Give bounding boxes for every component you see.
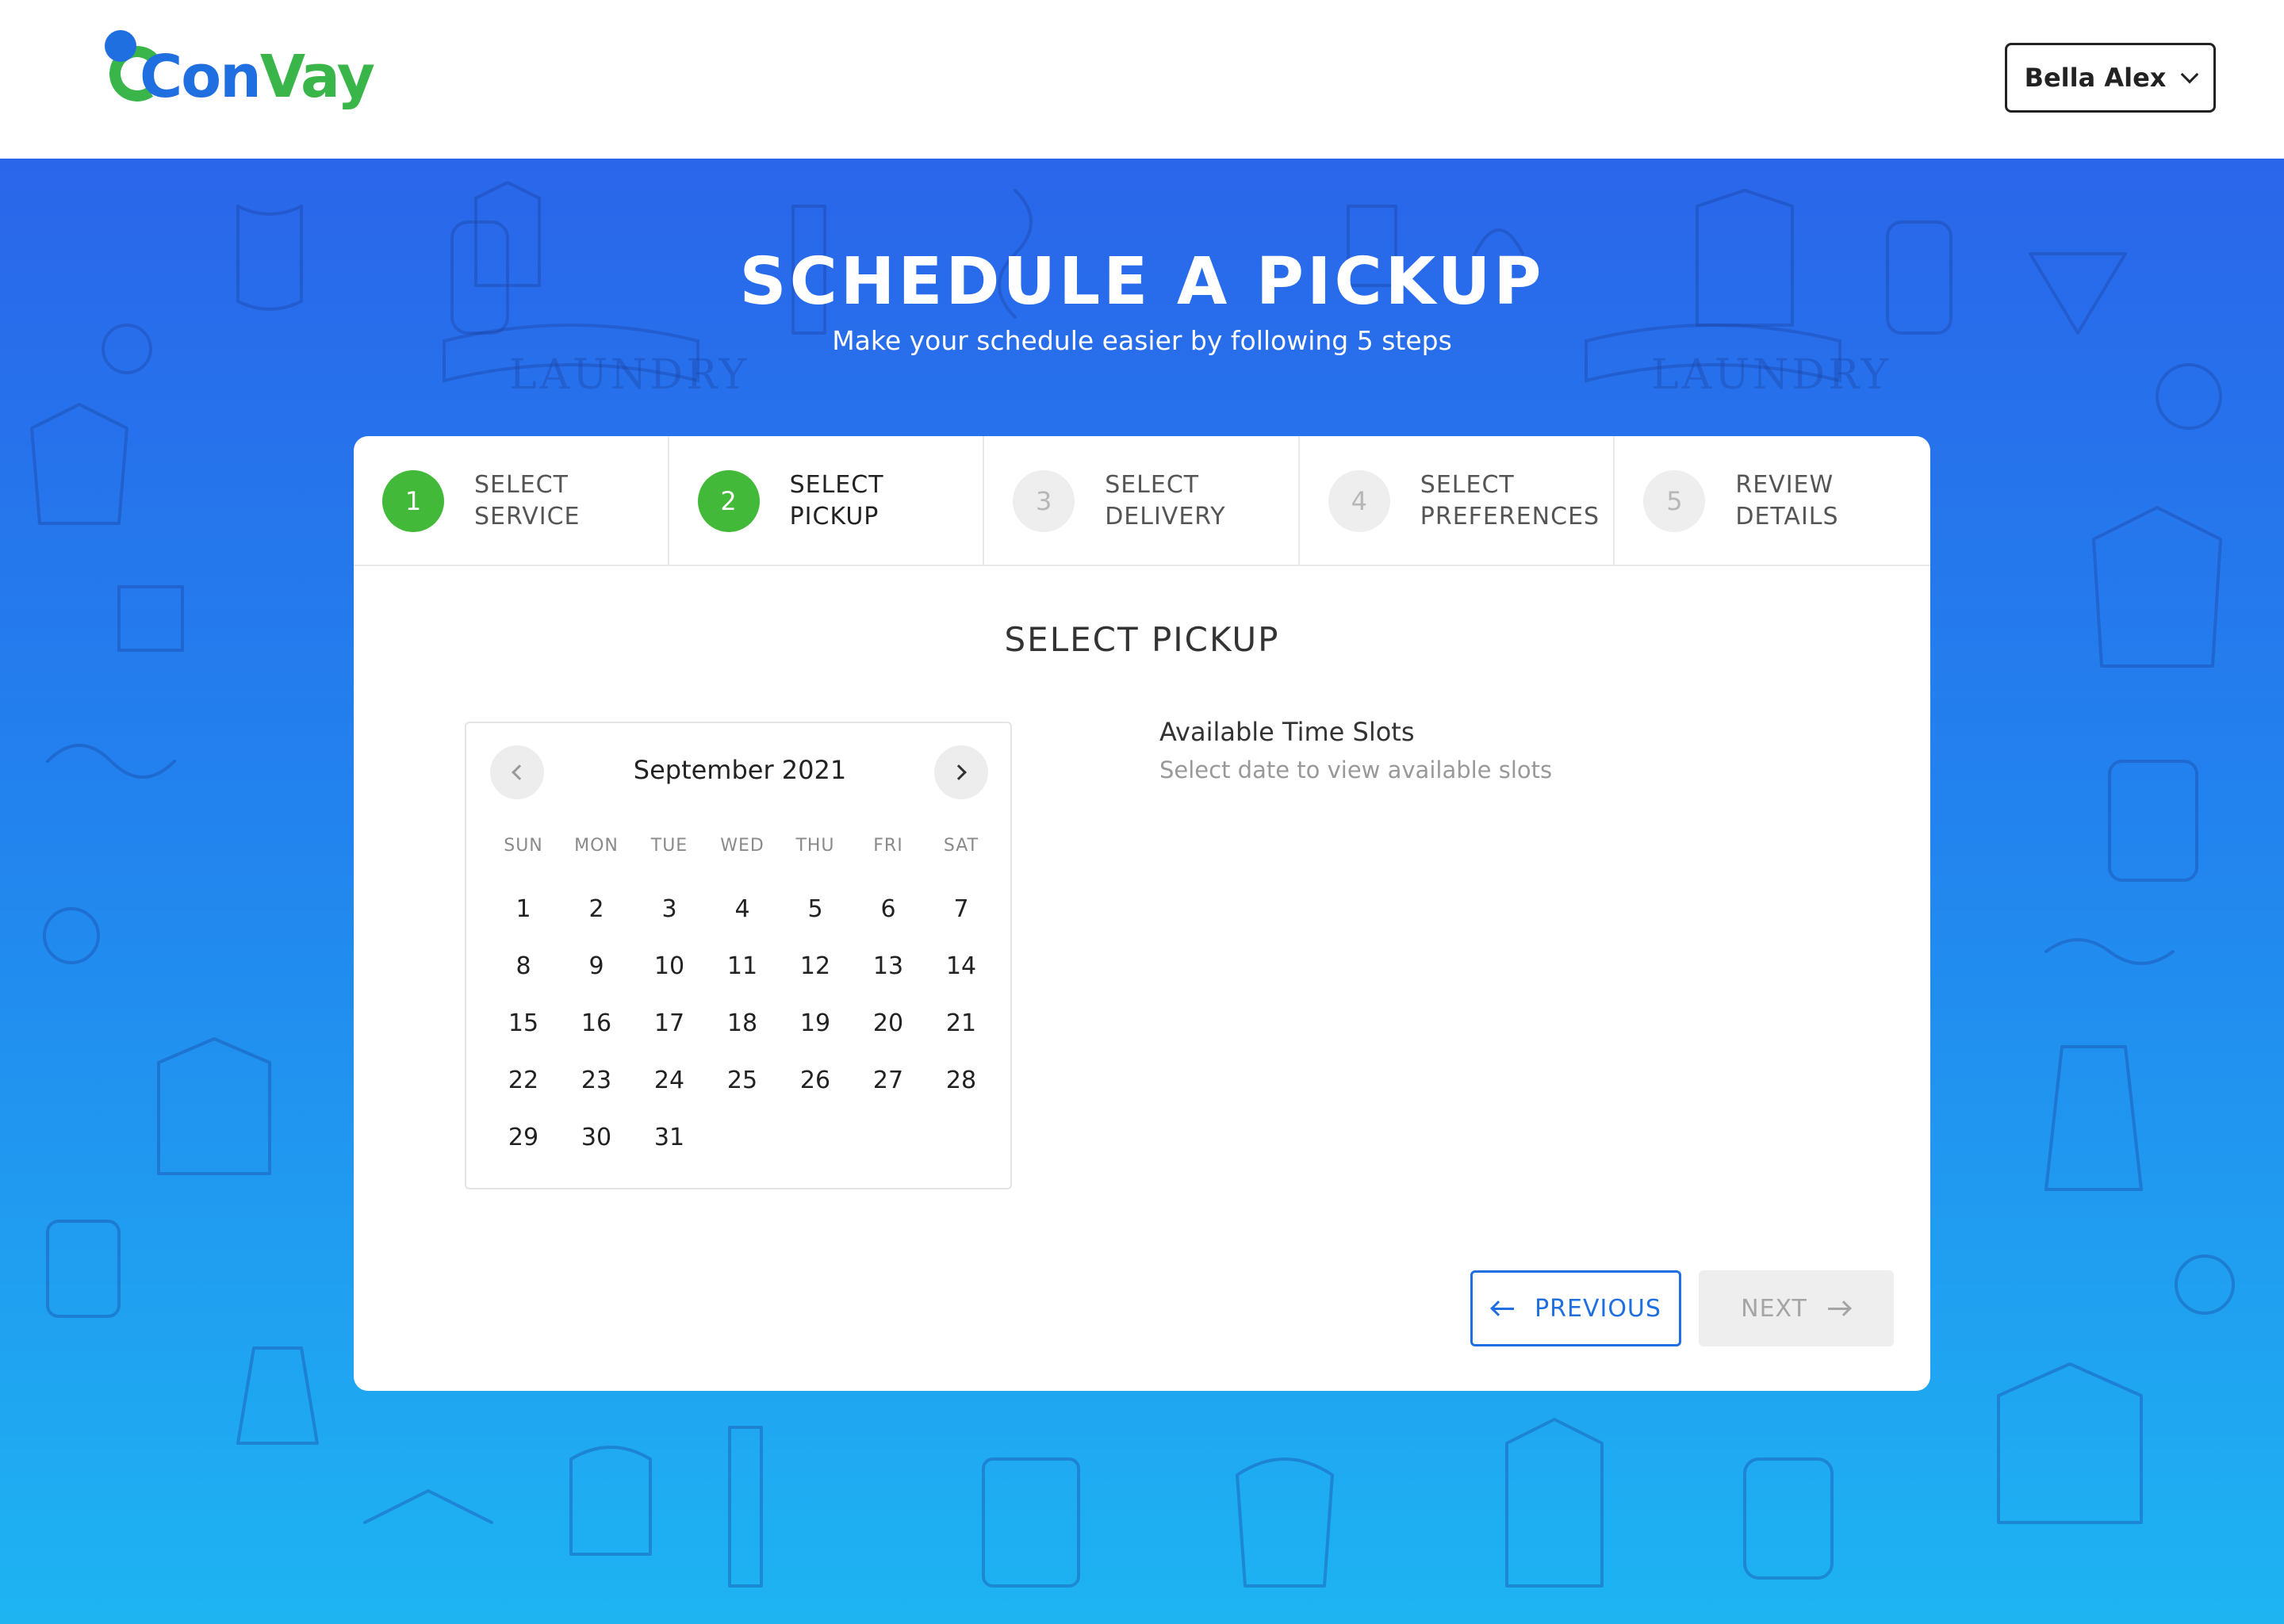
- step-review-details[interactable]: 5 REVIEW DETAILS: [1615, 436, 1930, 566]
- step-label: SELECT PREFERENCES: [1420, 469, 1611, 533]
- step-label: SELECT PICKUP: [790, 469, 980, 533]
- step-label-line2: SERVICE: [474, 503, 581, 530]
- calendar-day[interactable]: 9: [560, 937, 633, 994]
- date-picker-calendar: September 2021 SUN MON TUE WED THU FRI S…: [465, 722, 1012, 1189]
- section-title: SELECT PICKUP: [1004, 620, 1280, 659]
- step-label-line1: SELECT: [1105, 471, 1200, 499]
- calendar-day[interactable]: 12: [779, 937, 852, 994]
- calendar-day[interactable]: 13: [852, 937, 925, 994]
- previous-button-label: PREVIOUS: [1535, 1294, 1661, 1323]
- calendar-day[interactable]: 2: [560, 880, 633, 937]
- calendar-day[interactable]: 28: [925, 1051, 998, 1109]
- weekday-label: FRI: [873, 836, 903, 856]
- step-label-line1: SELECT: [789, 471, 884, 499]
- calendar-day[interactable]: 6: [852, 880, 925, 937]
- page-title: SCHEDULE A PICKUP: [739, 244, 1545, 320]
- convay-logo[interactable]: ConVay: [103, 27, 375, 122]
- chevron-down-icon: [2181, 65, 2199, 84]
- weekday-label: SAT: [943, 836, 979, 856]
- hero-section: LAUNDRY LAUNDRY SCHEDULE A PICKUP Make y…: [0, 159, 2284, 1624]
- step-number-badge: 1: [382, 470, 444, 532]
- user-name: Bella Alex: [2024, 63, 2167, 93]
- step-select-pickup[interactable]: 2 SELECT PICKUP: [669, 436, 985, 566]
- page-subtitle: Make your schedule easier by following 5…: [832, 325, 1452, 356]
- step-number-badge: 4: [1328, 470, 1390, 532]
- top-header: ConVay Bella Alex: [0, 0, 2284, 159]
- calendar-day[interactable]: 25: [706, 1051, 779, 1109]
- laundry-banner-text-right: LAUNDRY: [1651, 351, 1891, 399]
- step-label-line2: PICKUP: [789, 503, 879, 530]
- previous-button[interactable]: PREVIOUS: [1470, 1270, 1681, 1346]
- calendar-day-grid: 1 2 3 4 5 6 7 8 9 10 11 12 13 14 15 16 1…: [487, 880, 998, 1166]
- calendar-day[interactable]: 24: [633, 1051, 706, 1109]
- calendar-day[interactable]: 15: [487, 994, 560, 1051]
- schedule-card: 1 SELECT SERVICE 2 SELECT PICKUP 3 SELEC…: [354, 436, 1930, 1391]
- step-progress-bar: 1 SELECT SERVICE 2 SELECT PICKUP 3 SELEC…: [354, 436, 1930, 566]
- logo-dot: [105, 30, 136, 62]
- step-label: SELECT SERVICE: [474, 469, 665, 533]
- user-menu-button[interactable]: Bella Alex: [2005, 43, 2216, 113]
- calendar-day[interactable]: 8: [487, 937, 560, 994]
- calendar-month-label: September 2021: [633, 755, 847, 785]
- calendar-day[interactable]: 31: [633, 1109, 706, 1166]
- chevron-right-icon: [951, 764, 967, 780]
- weekday-label: TUE: [650, 836, 688, 856]
- step-select-preferences[interactable]: 4 SELECT PREFERENCES: [1300, 436, 1615, 566]
- time-slots-hint: Select date to view available slots: [1159, 756, 1553, 783]
- weekday-label: THU: [795, 836, 835, 856]
- logo-wordmark: ConVay: [140, 43, 375, 111]
- step-label-line2: DETAILS: [1735, 503, 1839, 530]
- calendar-weekday-header: SUN MON TUE WED THU FRI SAT: [487, 836, 998, 856]
- weekday-label: SUN: [504, 836, 543, 856]
- step-number-badge: 5: [1643, 470, 1706, 532]
- calendar-day[interactable]: 17: [633, 994, 706, 1051]
- calendar-day[interactable]: 30: [560, 1109, 633, 1166]
- calendar-day[interactable]: 7: [925, 880, 998, 937]
- laundry-banner-text-left: LAUNDRY: [509, 351, 749, 399]
- weekday-label: MON: [574, 836, 619, 856]
- calendar-day[interactable]: 20: [852, 994, 925, 1051]
- step-label-line1: SELECT: [474, 471, 569, 499]
- next-button[interactable]: NEXT: [1699, 1270, 1894, 1346]
- calendar-day[interactable]: 16: [560, 994, 633, 1051]
- step-label-line1: SELECT: [1420, 471, 1515, 499]
- step-label-line1: REVIEW: [1735, 471, 1834, 499]
- calendar-day[interactable]: 11: [706, 937, 779, 994]
- next-month-button[interactable]: [934, 745, 988, 799]
- step-number-badge: 2: [697, 470, 760, 532]
- next-button-label: NEXT: [1741, 1294, 1807, 1323]
- calendar-day[interactable]: 19: [779, 994, 852, 1051]
- calendar-day[interactable]: 27: [852, 1051, 925, 1109]
- step-label-line2: PREFERENCES: [1420, 503, 1600, 530]
- calendar-day[interactable]: 1: [487, 880, 560, 937]
- calendar-day[interactable]: 3: [633, 880, 706, 937]
- time-slots-title: Available Time Slots: [1159, 717, 1415, 747]
- calendar-day[interactable]: 14: [925, 937, 998, 994]
- arrow-right-icon: [1826, 1300, 1852, 1316]
- step-label: SELECT DELIVERY: [1105, 469, 1295, 533]
- weekday-label: WED: [720, 836, 765, 856]
- calendar-day[interactable]: 4: [706, 880, 779, 937]
- calendar-day[interactable]: 22: [487, 1051, 560, 1109]
- calendar-day[interactable]: 10: [633, 937, 706, 994]
- calendar-day[interactable]: 23: [560, 1051, 633, 1109]
- calendar-day[interactable]: 5: [779, 880, 852, 937]
- calendar-day[interactable]: 18: [706, 994, 779, 1051]
- step-label-line2: DELIVERY: [1105, 503, 1226, 530]
- step-number-badge: 3: [1013, 470, 1075, 532]
- calendar-day[interactable]: 26: [779, 1051, 852, 1109]
- calendar-day[interactable]: 21: [925, 994, 998, 1051]
- calendar-day[interactable]: 29: [487, 1109, 560, 1166]
- arrow-left-icon: [1490, 1300, 1516, 1316]
- step-select-delivery[interactable]: 3 SELECT DELIVERY: [984, 436, 1300, 566]
- step-select-service[interactable]: 1 SELECT SERVICE: [354, 436, 669, 566]
- step-label: REVIEW DETAILS: [1735, 469, 1926, 533]
